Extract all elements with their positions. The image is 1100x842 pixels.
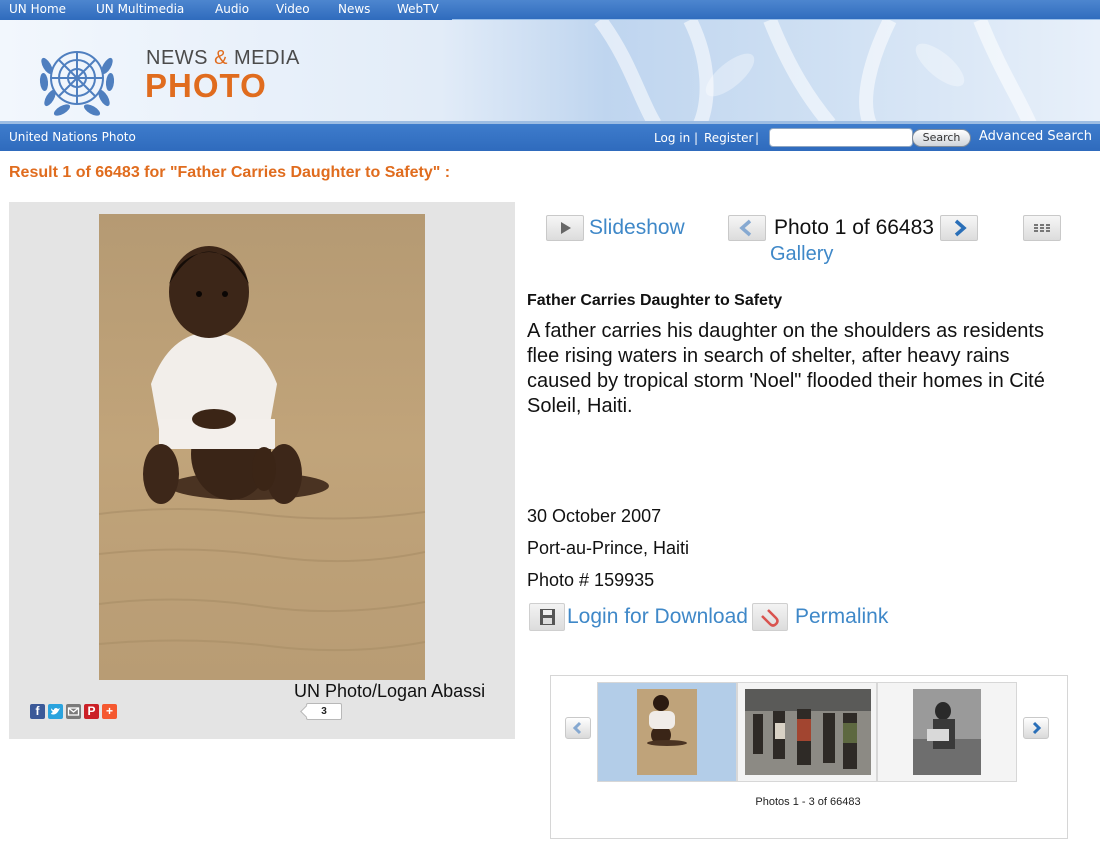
thumbnail-image-flood — [637, 689, 697, 775]
carousel-next-button[interactable] — [1023, 717, 1049, 739]
grid-view-button[interactable] — [1023, 215, 1061, 241]
advanced-search-link[interactable]: Advanced Search — [979, 129, 1092, 144]
slideshow-play-button[interactable] — [546, 215, 584, 241]
photo-description: A father carries his daughter on the sho… — [527, 320, 1045, 417]
thumbnail-2[interactable] — [737, 682, 877, 782]
twitter-icon[interactable] — [48, 704, 63, 719]
grid-icon — [1034, 224, 1050, 232]
thumbnail-image-crowd — [745, 689, 871, 775]
thumbnail-3[interactable] — [877, 682, 1017, 782]
sub-nav-bar: United Nations Photo Log in | Register |… — [0, 124, 1100, 151]
separator: | — [694, 131, 699, 145]
gallery-link[interactable]: Gallery — [770, 243, 833, 266]
chevron-right-icon — [954, 219, 967, 237]
laurel-watermark — [594, 20, 1037, 124]
photo-credit: UN Photo/Logan Abassi — [294, 681, 486, 701]
separator: | — [755, 131, 760, 145]
nav-un-multimedia[interactable]: UN Multimedia — [96, 2, 184, 16]
permalink-button[interactable] — [752, 603, 788, 631]
carousel-caption: Photos 1 - 3 of 66483 — [755, 796, 861, 808]
email-icon[interactable] — [66, 704, 81, 719]
login-link[interactable]: Log in — [654, 131, 690, 145]
next-photo-button[interactable] — [940, 215, 978, 241]
photo-wordmark: PHOTO — [145, 67, 267, 104]
photo-panel — [9, 202, 515, 739]
photo-location: Port-au-Prince, Haiti — [527, 538, 690, 558]
addthis-icon[interactable]: + — [102, 704, 117, 719]
top-nav-bar: UN Home UN Multimedia Audio Video News W… — [0, 0, 1100, 20]
news-word: NEWS — [146, 47, 208, 69]
site-brand[interactable]: United Nations Photo — [9, 130, 136, 144]
login-for-download-link[interactable]: Login for Download — [567, 605, 748, 629]
result-heading: Result 1 of 66483 for "Father Carries Da… — [9, 164, 451, 181]
main-photo[interactable] — [99, 214, 425, 680]
nav-news[interactable]: News — [338, 2, 370, 16]
chevron-left-icon — [572, 721, 582, 735]
un-emblem-logo[interactable] — [35, 36, 119, 120]
nav-webtv[interactable]: WebTV — [397, 2, 439, 16]
share-count-bubble: 3 — [306, 703, 342, 720]
search-button[interactable]: Search — [912, 129, 971, 147]
thumbnail-image-bw — [913, 689, 981, 775]
carousel-prev-button[interactable] — [565, 717, 591, 739]
site-banner: NEWS & MEDIA PHOTO — [0, 20, 1100, 124]
thumbnail-1-selected[interactable] — [597, 682, 737, 782]
flood-photo-image — [99, 214, 425, 680]
facebook-icon[interactable]: f — [30, 704, 45, 719]
photo-date: 30 October 2007 — [527, 506, 662, 526]
ampersand: & — [214, 47, 228, 69]
previous-photo-button[interactable] — [728, 215, 766, 241]
nav-audio[interactable]: Audio — [215, 2, 249, 16]
search-input[interactable] — [769, 128, 913, 147]
photo-number: Photo # 159935 — [527, 570, 655, 590]
photo-counter: Photo 1 of 66483 — [774, 216, 934, 239]
chevron-right-icon — [1032, 721, 1042, 735]
permalink-link[interactable]: Permalink — [795, 605, 888, 629]
nav-video[interactable]: Video — [276, 2, 310, 16]
download-button[interactable] — [529, 603, 565, 631]
nav-un-home[interactable]: UN Home — [9, 2, 66, 16]
play-icon — [561, 222, 571, 234]
chevron-left-icon — [739, 219, 752, 237]
media-word: MEDIA — [233, 47, 300, 69]
slideshow-link[interactable]: Slideshow — [589, 216, 685, 240]
paperclip-icon — [761, 609, 779, 627]
register-link[interactable]: Register — [704, 131, 753, 145]
pinterest-icon[interactable]: P — [84, 704, 99, 719]
photo-title: Father Carries Daughter to Safety — [527, 292, 783, 309]
floppy-disk-icon — [540, 609, 555, 625]
